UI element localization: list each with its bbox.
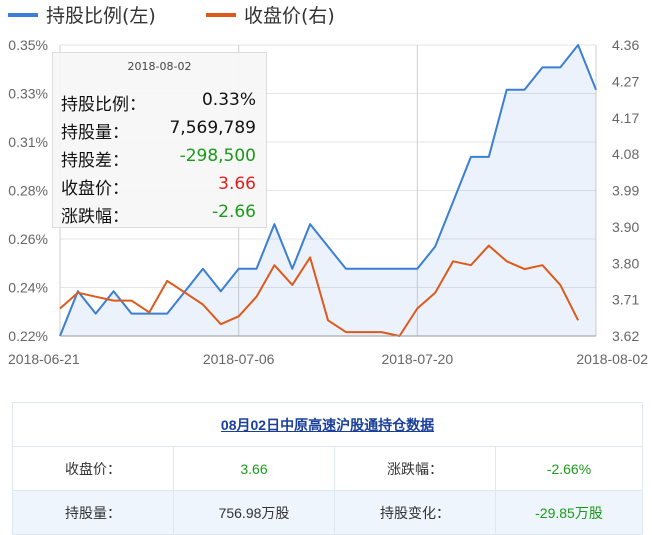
y-left-tick-label: 0.24% (8, 280, 48, 296)
tooltip-value: 3.66 (218, 174, 256, 194)
tooltip-label: 收盘价： (61, 179, 129, 199)
tooltip-row-close: 收盘价： 3.66 (61, 174, 256, 200)
legend-label: 收盘价(右) (244, 5, 335, 27)
tooltip-date: 2018-08-02 (127, 60, 192, 73)
table-cell: -2.66% (495, 446, 643, 491)
table-cell: -29.85万股 (495, 490, 643, 535)
legend-label: 持股比例(左) (46, 5, 156, 27)
table-cell: 持股变化： (334, 490, 496, 535)
table-row: 持股量： 756.98万股 持股变化： -29.85万股 (12, 490, 643, 535)
table-row: 收盘价： 3.66 涨跌幅： -2.66% (12, 446, 643, 491)
data-tooltip: 2018-08-02 持股比例： 0.33% 持股量： 7,569,789 持股… (52, 52, 267, 228)
tooltip-label: 持股比例： (61, 95, 146, 115)
y-left-tick-label: 0.31% (8, 134, 48, 150)
tooltip-value: 7,569,789 (169, 118, 256, 138)
y-right-tick-label: 3.71 (612, 292, 639, 308)
y-left-tick-label: 0.22% (8, 328, 48, 344)
y-right-tick-label: 4.17 (612, 110, 639, 126)
tooltip-value: -298,500 (179, 146, 256, 166)
tooltip-label: 持股量： (61, 123, 129, 143)
y-right-tick-label: 4.08 (612, 146, 639, 162)
tooltip-row-shares: 持股量： 7,569,789 (61, 118, 256, 144)
table-title-link[interactable]: 08月02日中原高速沪股通持仓数据 (221, 417, 434, 433)
y-left-tick-label: 0.26% (8, 231, 48, 247)
table-cell: 3.66 (173, 446, 335, 491)
y-right-tick-label: 3.62 (612, 328, 639, 344)
holding-data-table: 08月02日中原高速沪股通持仓数据 收盘价： 3.66 涨跌幅： -2.66% … (12, 402, 643, 535)
table-cell: 756.98万股 (173, 490, 335, 535)
tooltip-label: 涨跌幅： (61, 207, 129, 227)
table-cell: 涨跌幅： (334, 446, 496, 491)
tooltip-row-ratio: 持股比例： 0.33% (61, 90, 256, 116)
y-right-tick-label: 3.90 (612, 219, 639, 235)
x-tick-label: 2018-07-20 (382, 351, 454, 367)
y-right-tick-label: 3.80 (612, 255, 639, 271)
tooltip-label: 持股差： (61, 151, 129, 171)
tooltip-row-diff: 持股差： -298,500 (61, 146, 256, 172)
y-left-tick-label: 0.33% (8, 86, 48, 102)
x-tick-label: 2018-07-06 (203, 351, 275, 367)
y-left-tick-label: 0.35% (8, 37, 48, 53)
table-title-cell: 08月02日中原高速沪股通持仓数据 (12, 402, 643, 447)
table-cell: 收盘价： (12, 446, 174, 491)
x-tick-label: 2018-08-02 (576, 351, 648, 367)
tooltip-row-change: 涨跌幅： -2.66 (61, 202, 256, 228)
y-right-tick-label: 4.36 (612, 37, 639, 53)
x-tick-label: 2018-06-21 (8, 351, 80, 367)
y-right-tick-label: 4.27 (612, 73, 639, 89)
y-left-tick-label: 0.28% (8, 183, 48, 199)
tooltip-value: -2.66 (212, 202, 256, 222)
table-cell: 持股量： (12, 490, 174, 535)
y-right-tick-label: 3.99 (612, 183, 639, 199)
chart-legend: 持股比例(左) 收盘价(右) (8, 5, 335, 27)
tooltip-value: 0.33% (201, 90, 256, 110)
